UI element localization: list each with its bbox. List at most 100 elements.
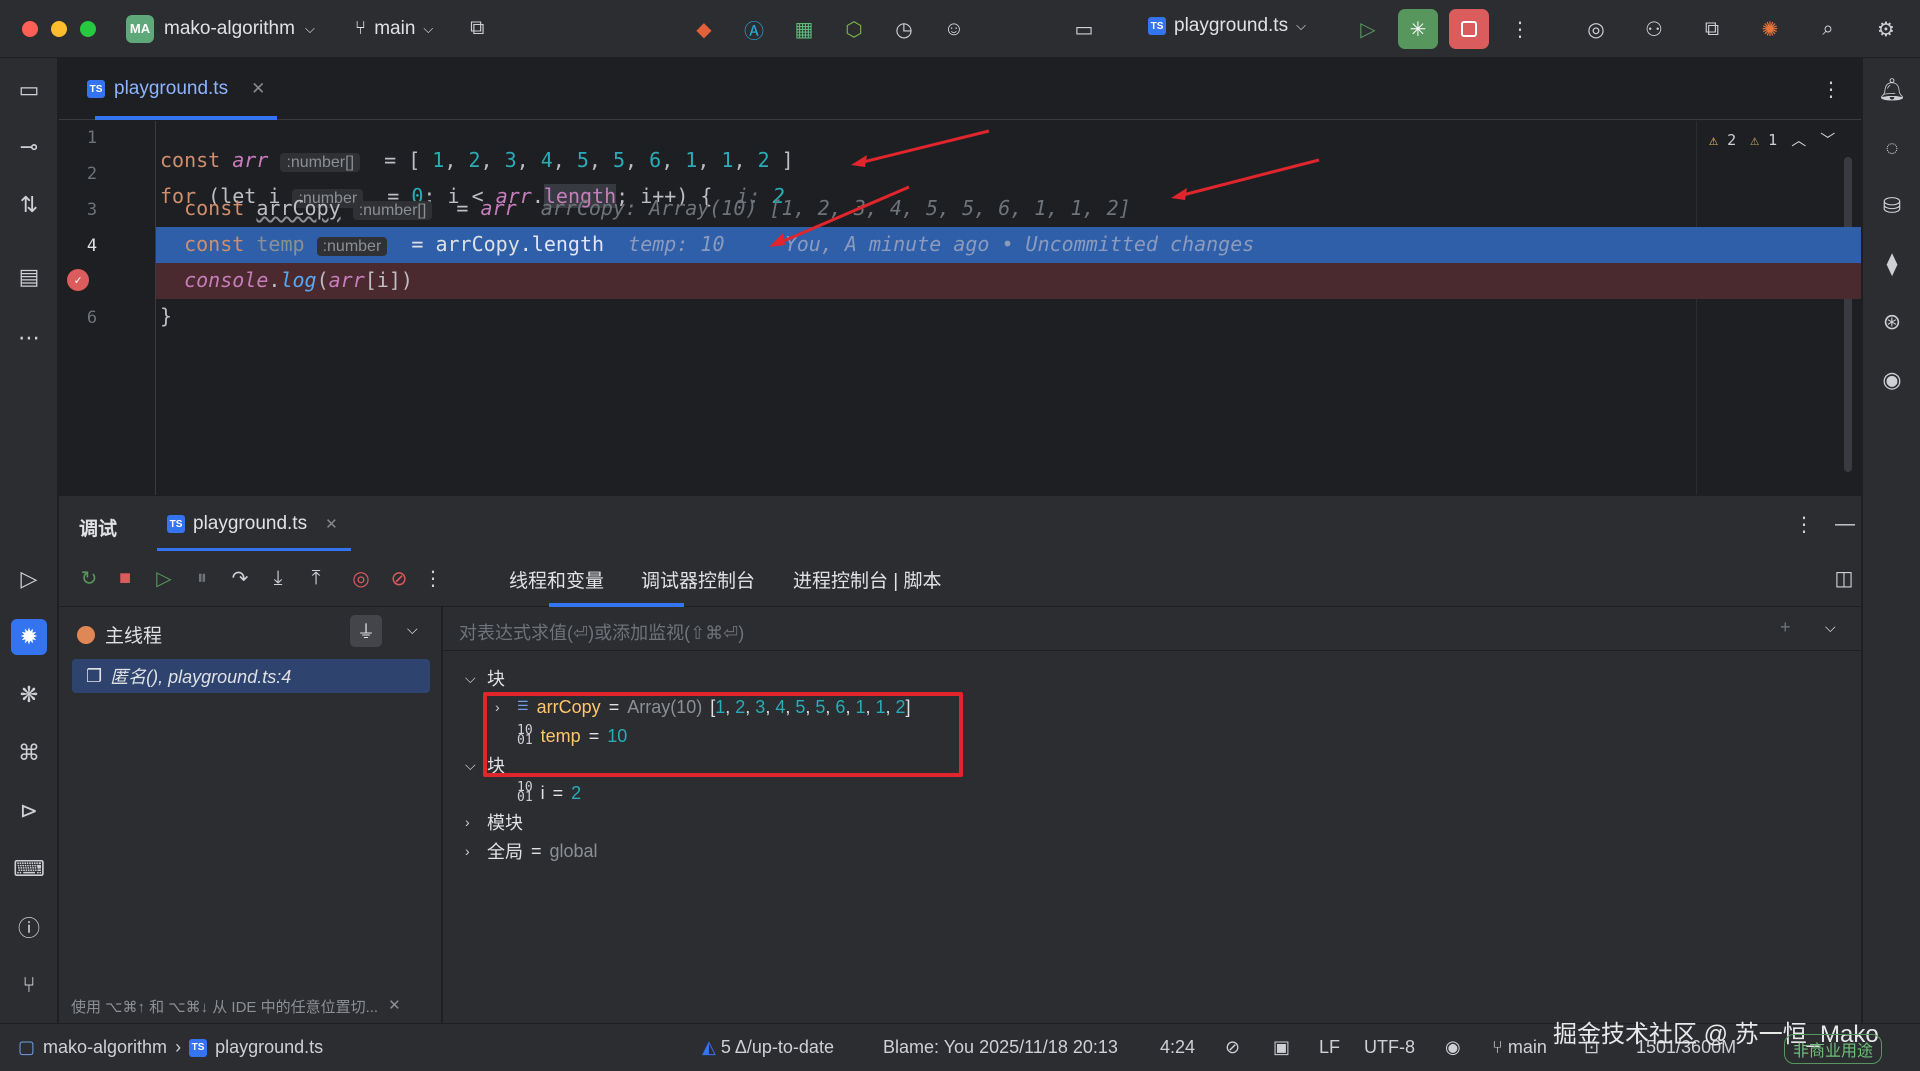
evaluate-expression-field[interactable]: 对表达式求值(⏎)或添加监视(⇧⌘⏎) + ⌵: [443, 607, 1861, 651]
close-session-icon[interactable]: ✕: [325, 515, 338, 533]
stop-icon[interactable]: ■: [108, 561, 142, 595]
no-notifications-icon[interactable]: ⊘: [1225, 1037, 1240, 1058]
stack-frame[interactable]: ❐ 匿名(), playground.ts:4: [72, 659, 430, 693]
close-tip-icon[interactable]: ✕: [388, 996, 401, 1017]
chevron-down-icon: ⌵: [1296, 18, 1306, 33]
chevron-down-icon[interactable]: ⌵: [407, 621, 418, 638]
add-user-icon[interactable]: ⚇: [1636, 11, 1672, 47]
history-icon[interactable]: ◷: [886, 11, 922, 47]
panel-options-icon[interactable]: ⋮: [1786, 506, 1822, 542]
git-graph-icon[interactable]: ⌘: [11, 735, 47, 771]
ai-spark-icon[interactable]: ✺: [1752, 11, 1788, 47]
typescript-service-icon[interactable]: ▣: [1273, 1037, 1290, 1058]
editor-scrollbar[interactable]: [1844, 157, 1852, 472]
run-icon[interactable]: ▷: [11, 561, 47, 597]
project-selector[interactable]: MA mako-algorithm ⌵: [126, 14, 315, 43]
license-badge[interactable]: 非商业用途: [1784, 1034, 1883, 1064]
rerun-debug-button[interactable]: ✳: [1398, 9, 1438, 49]
structure-icon[interactable]: ▤: [11, 259, 47, 295]
line-separator[interactable]: LF: [1319, 1037, 1340, 1058]
file-encoding[interactable]: UTF-8: [1364, 1037, 1415, 1058]
vcs-status[interactable]: ◭ 5 Δ/up-to-date: [702, 1037, 834, 1058]
breakpoint-icon[interactable]: ✓: [67, 269, 89, 291]
hide-panel-icon[interactable]: —: [1827, 506, 1863, 542]
problems-icon[interactable]: ⓘ: [11, 909, 47, 945]
code-icon[interactable]: ⧉: [1694, 11, 1730, 47]
commit-icon[interactable]: ⊸: [11, 129, 47, 165]
readonly-eye-icon[interactable]: ◉: [1445, 1037, 1461, 1058]
memory-icon[interactable]: ▦: [786, 11, 822, 47]
plugins-icon[interactable]: ⧫: [1874, 246, 1910, 282]
run-config-selector[interactable]: TS playground.ts ⌵: [1148, 15, 1306, 37]
tab-playground-ts[interactable]: TS playground.ts ✕: [79, 58, 273, 120]
git-branch-widget[interactable]: ⑂ main: [1492, 1037, 1547, 1058]
mute-breakpoints-icon[interactable]: ⊘: [382, 561, 416, 595]
step-over-icon[interactable]: ↷: [223, 561, 257, 595]
blame-info[interactable]: Blame: You 2025/11/18 20:13: [883, 1037, 1118, 1058]
terminal-icon[interactable]: ⌨: [11, 851, 47, 887]
services-icon[interactable]: ❋: [11, 677, 47, 713]
evaluate-placeholder: 对表达式求值(⏎)或添加监视(⇧⌘⏎): [459, 623, 745, 643]
navigation-tip: 使用 ⌥⌘↑ 和 ⌥⌘↓ 从 IDE 中的任意位置切... ✕: [71, 996, 401, 1017]
run-dashboard-icon[interactable]: ⊳: [11, 793, 47, 829]
next-highlight-icon[interactable]: ﹀: [1820, 129, 1835, 150]
close-tab-icon[interactable]: ✕: [251, 79, 265, 99]
tab-threads-variables[interactable]: 线程和变量: [509, 551, 604, 607]
tab-options-icon[interactable]: ⋮: [1813, 71, 1849, 107]
code-with-me-icon[interactable]: ☺: [936, 11, 972, 47]
ai-assistant-icon[interactable]: Ⓐ: [736, 11, 772, 47]
pull-requests-icon[interactable]: ⇅: [11, 187, 47, 223]
search-icon[interactable]: ⌕: [1810, 11, 1846, 47]
debug-run-icon[interactable]: ▷: [1350, 11, 1386, 47]
breadcrumb[interactable]: ▢ mako-algorithm › TS playground.ts: [18, 1037, 323, 1058]
debug-bug-icon[interactable]: ✹: [11, 619, 47, 655]
minimize-window-button[interactable]: [51, 20, 67, 37]
stop-button[interactable]: [1449, 9, 1489, 49]
console-icon[interactable]: ⧉: [459, 11, 495, 47]
step-into-icon[interactable]: ⤓: [261, 561, 295, 595]
rerun-icon[interactable]: ↻: [72, 561, 106, 595]
settings-gear-icon[interactable]: ⚙: [1868, 11, 1904, 47]
close-window-button[interactable]: [22, 20, 38, 37]
debug-session-tab[interactable]: TS playground.ts ✕: [157, 496, 348, 552]
caret-position[interactable]: 4:24: [1160, 1037, 1195, 1058]
variable-i[interactable]: 10 01 i = 2: [495, 778, 581, 808]
weak-warning-icon: ⚠ 1: [1750, 130, 1778, 149]
scope-module[interactable]: › 模块: [465, 807, 523, 837]
zoom-window-button[interactable]: [80, 20, 96, 37]
pause-icon[interactable]: ⏸: [185, 561, 219, 595]
copilot-icon[interactable]: ◎: [1578, 11, 1614, 47]
view-breakpoints-icon[interactable]: ◎: [344, 561, 378, 595]
more-icon[interactable]: ⋮: [416, 561, 450, 595]
branch-selector[interactable]: ⑂ main ⌵: [355, 18, 433, 40]
thread-selector[interactable]: 主线程: [77, 621, 162, 648]
more-actions-icon[interactable]: ⋮: [1502, 11, 1538, 47]
resume-icon[interactable]: ▷: [147, 561, 181, 595]
more-tools-icon[interactable]: ⋯: [11, 320, 47, 356]
tab-process-console[interactable]: 进程控制台 | 脚本: [793, 551, 942, 607]
scope-block[interactable]: ⌵ 块: [465, 663, 505, 693]
terminal-icon[interactable]: ▭: [1066, 11, 1102, 47]
copilot-chat-icon[interactable]: ◉: [1874, 362, 1910, 398]
database-icon[interactable]: ⛁: [1874, 188, 1910, 224]
openai-icon[interactable]: ⊛: [1874, 304, 1910, 340]
code-editor[interactable]: ⚠ 2 ⚠ 1 ︿ ﹀ 1 2 3 4 ✓ 6 const arr :numbe…: [59, 121, 1861, 495]
inspections-widget[interactable]: ⚠ 2 ⚠ 1 ︿ ﹀: [1709, 129, 1835, 150]
notifications-bell-icon[interactable]: 🔔︎: [1874, 72, 1910, 108]
project-folder-icon[interactable]: ▭: [11, 72, 47, 108]
filter-icon[interactable]: ⏚: [350, 615, 382, 647]
add-watch-icon[interactable]: +: [1780, 617, 1791, 638]
frame-label: 匿名(), playground.ts:4: [110, 667, 292, 687]
prev-highlight-icon[interactable]: ︿: [1791, 129, 1806, 150]
ai-chat-icon[interactable]: ◌: [1874, 130, 1910, 166]
nodejs-icon[interactable]: ⬡: [836, 11, 872, 47]
line-number: 4: [86, 236, 98, 256]
layout-settings-icon[interactable]: ◫: [1827, 561, 1861, 595]
tab-debugger-console[interactable]: 调试器控制台: [641, 551, 755, 607]
typescript-file-icon: TS: [189, 1038, 208, 1057]
chevron-down-icon[interactable]: ⌵: [1825, 619, 1836, 636]
gitlab-icon[interactable]: ◆: [686, 11, 722, 47]
step-out-icon[interactable]: ⤒: [299, 561, 333, 595]
git-icon[interactable]: ⑂: [11, 967, 47, 1003]
scope-global[interactable]: › 全局 = global: [465, 836, 598, 866]
